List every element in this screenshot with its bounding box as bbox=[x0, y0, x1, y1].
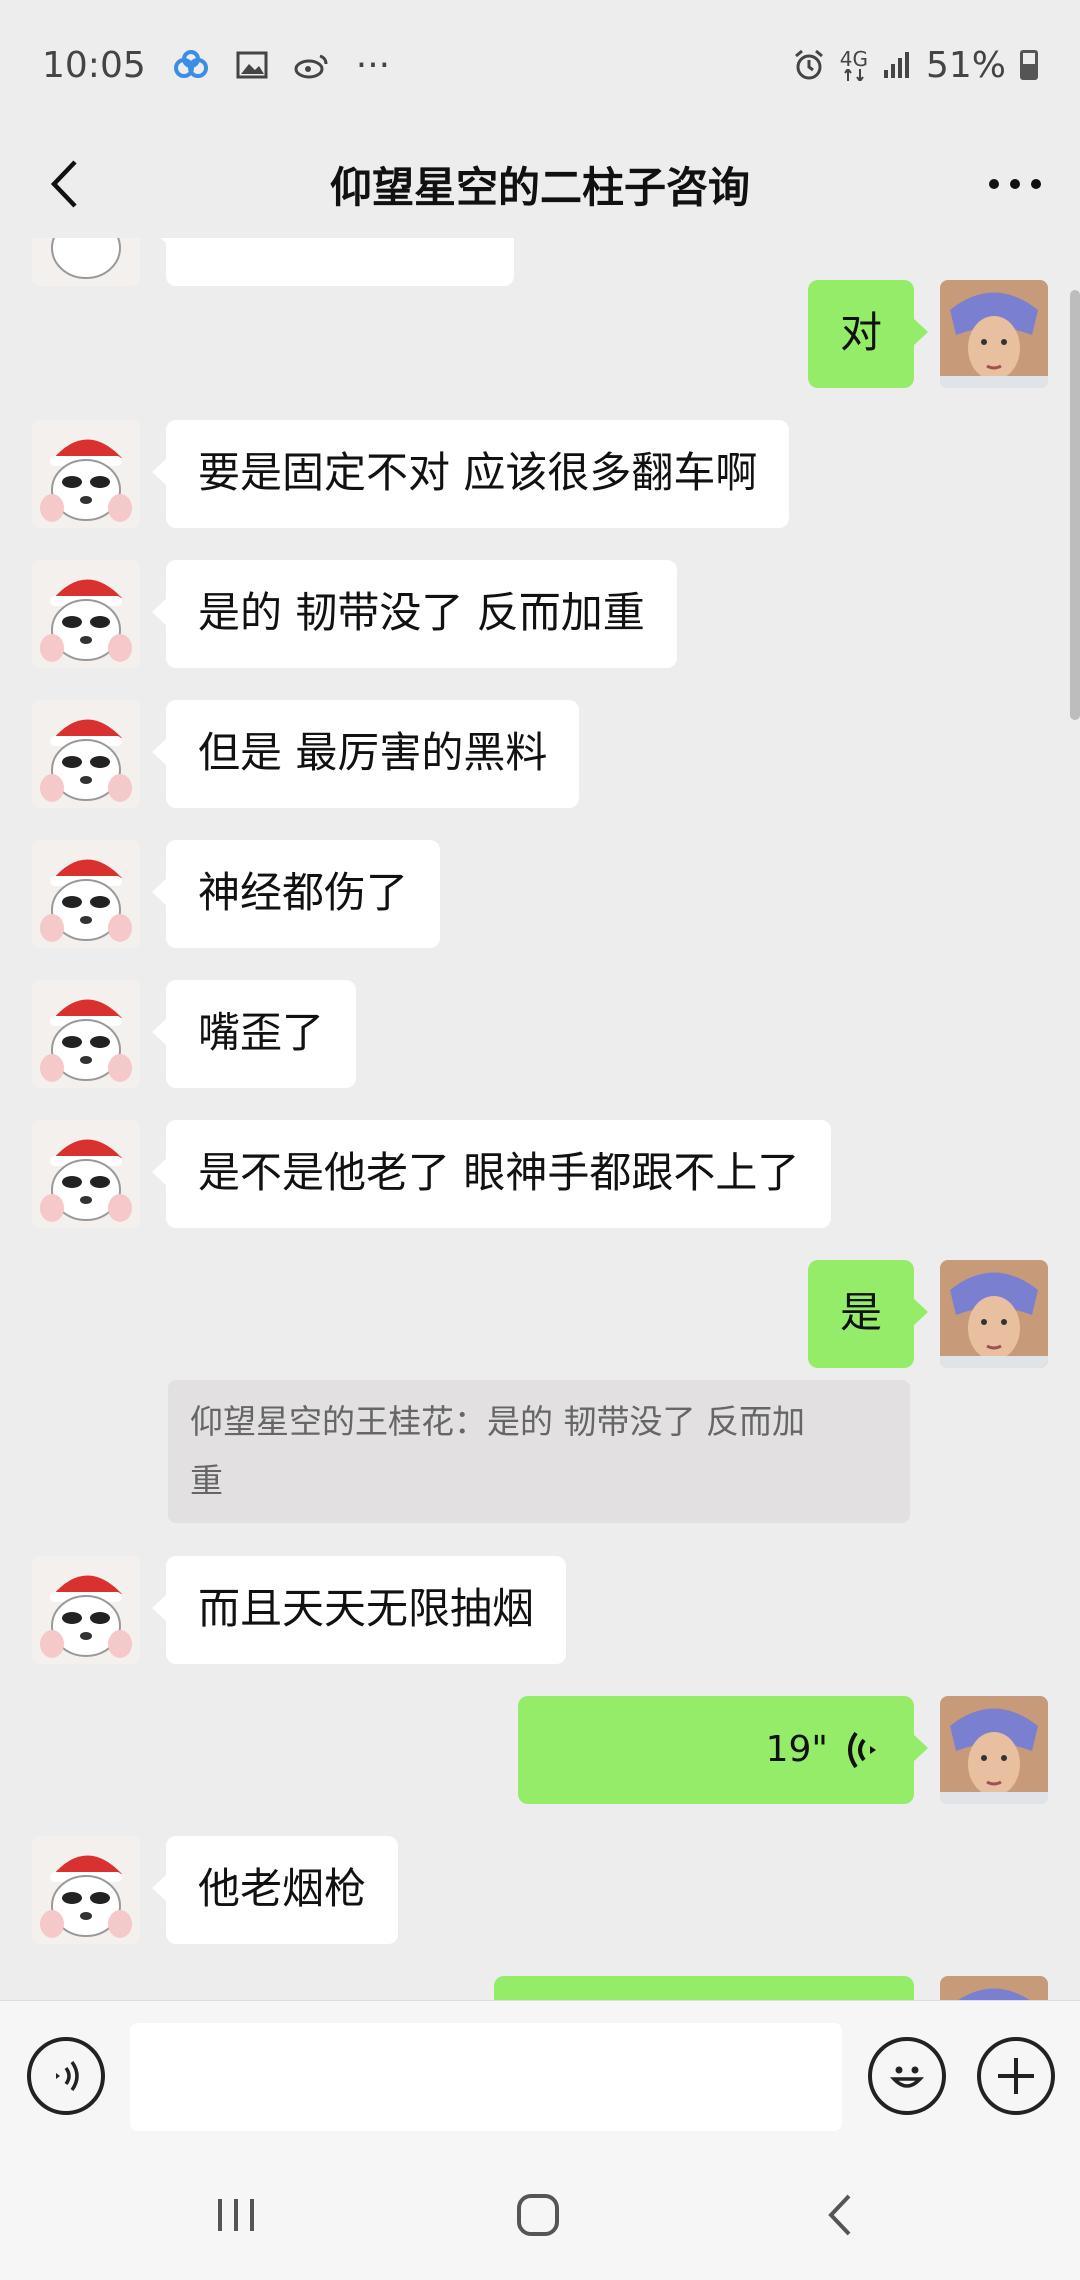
status-left: 10:05 ··· bbox=[42, 45, 390, 86]
message-bubble-incoming[interactable]: 要是固定不对 应该很多翻车啊 bbox=[151, 420, 790, 528]
husky-avatar[interactable] bbox=[32, 1120, 140, 1228]
message-row-partial bbox=[32, 238, 514, 286]
message-bubble-incoming[interactable]: 是不是他老了 眼神手都跟不上了 bbox=[151, 1120, 832, 1228]
user-avatar[interactable] bbox=[940, 1260, 1048, 1368]
message-bubble[interactable] bbox=[152, 238, 514, 286]
more-functions-button[interactable] bbox=[977, 2037, 1055, 2115]
message-row-incoming: 嘴歪了 bbox=[32, 980, 357, 1088]
voice-icon bbox=[56, 2060, 79, 2092]
status-bar: 10:05 ··· 4G 51% bbox=[0, 0, 1080, 130]
message-row-incoming: 而且天天无限抽烟 bbox=[32, 1556, 567, 1664]
signal-icon bbox=[882, 50, 912, 80]
message-bubble-incoming[interactable]: 嘴歪了 bbox=[151, 980, 357, 1088]
quoted-message[interactable]: 仰望星空的王桂花：是的 韧带没了 反而加 重 bbox=[168, 1380, 910, 1523]
husky-avatar[interactable] bbox=[32, 560, 140, 668]
message-row-outgoing: 对 bbox=[807, 280, 1048, 388]
message-row-incoming: 神经都伤了 bbox=[32, 840, 441, 948]
chat-title: 仰望星空的二柱子咨询 bbox=[329, 162, 750, 212]
system-back-button[interactable] bbox=[800, 2180, 880, 2250]
weibo-icon bbox=[294, 50, 330, 80]
recent-apps-icon bbox=[218, 2199, 254, 2231]
husky-avatar[interactable] bbox=[32, 700, 140, 808]
message-text: 对 bbox=[839, 308, 882, 357]
message-bubble-incoming[interactable]: 但是 最厉害的黑料 bbox=[151, 700, 580, 808]
alarm-icon bbox=[792, 48, 826, 82]
user-avatar[interactable] bbox=[940, 1976, 1048, 2000]
message-text: 是不是他老了 眼神手都跟不上了 bbox=[198, 1148, 800, 1197]
input-bar bbox=[0, 2000, 1080, 2156]
cloud-app-icon bbox=[172, 50, 210, 80]
message-list[interactable]: 对 要是固定不对 应该很多翻车啊 是的 韧带没了 反而加重 但是 最厉害的黑料 bbox=[0, 238, 1080, 2000]
back-arrow-icon bbox=[50, 160, 77, 208]
message-row-incoming: 但是 最厉害的黑料 bbox=[32, 700, 580, 808]
voice-wave-icon bbox=[848, 1731, 876, 1769]
message-text: 他老烟枪 bbox=[198, 1864, 367, 1913]
status-time: 10:05 bbox=[42, 44, 146, 86]
recent-apps-button[interactable] bbox=[196, 2180, 276, 2250]
husky-avatar[interactable] bbox=[32, 1556, 140, 1664]
message-text: 嘴歪了 bbox=[198, 1008, 325, 1057]
message-input[interactable] bbox=[130, 2023, 842, 2131]
emoji-button[interactable] bbox=[868, 2037, 946, 2115]
user-avatar[interactable] bbox=[940, 1696, 1048, 1804]
home-button[interactable] bbox=[498, 2180, 578, 2250]
message-row-outgoing: 19" bbox=[518, 1696, 1048, 1804]
husky-avatar[interactable] bbox=[32, 840, 140, 948]
ellipsis-icon bbox=[989, 179, 1041, 189]
message-text: 神经都伤了 bbox=[198, 868, 409, 917]
more-options-button[interactable] bbox=[980, 154, 1050, 214]
message-row-incoming: 他老烟枪 bbox=[32, 1836, 399, 1944]
plus-icon bbox=[998, 2058, 1034, 2094]
husky-avatar[interactable] bbox=[32, 420, 140, 528]
voice-message-bubble[interactable]: 19" bbox=[518, 1696, 928, 1804]
back-chevron-icon bbox=[828, 2194, 851, 2236]
quote-line-1: 仰望星空的王桂花：是的 韧带没了 反而加 bbox=[190, 1402, 805, 1441]
more-notifications-icon: ··· bbox=[355, 44, 391, 86]
message-text: 要是固定不对 应该很多翻车啊 bbox=[198, 448, 758, 497]
chat-header: 仰望星空的二柱子咨询 bbox=[0, 130, 1080, 238]
chat-screen: 10:05 ··· 4G 51% 仰望星空的二柱子咨询 对 要是固定不对 应该很… bbox=[0, 0, 1080, 2280]
voice-input-button[interactable] bbox=[27, 2037, 105, 2115]
user-avatar[interactable] bbox=[940, 280, 1048, 388]
message-bubble-outgoing[interactable]: 对 bbox=[807, 280, 929, 388]
message-bubble-incoming[interactable]: 是的 韧带没了 反而加重 bbox=[152, 560, 677, 668]
scrollbar[interactable] bbox=[1070, 290, 1080, 720]
message-row-incoming: 是的 韧带没了 反而加重 bbox=[32, 560, 677, 668]
battery-percent: 51% bbox=[925, 44, 1006, 86]
message-bubble-incoming[interactable]: 他老烟枪 bbox=[151, 1836, 399, 1944]
message-bubble-outgoing[interactable] bbox=[494, 1976, 914, 2000]
network-type: 4G bbox=[840, 49, 868, 81]
message-row-outgoing: 是 bbox=[807, 1260, 1048, 1368]
husky-avatar[interactable] bbox=[32, 238, 140, 286]
voice-duration: 19" bbox=[765, 1729, 828, 1771]
status-right: 4G 51% bbox=[792, 45, 1038, 86]
smiley-icon bbox=[889, 2066, 925, 2088]
battery-icon bbox=[1020, 50, 1038, 80]
gallery-icon bbox=[236, 50, 268, 80]
husky-avatar[interactable] bbox=[32, 980, 140, 1088]
message-text: 而且天天无限抽烟 bbox=[198, 1584, 535, 1633]
home-icon bbox=[517, 2194, 559, 2236]
message-text: 但是 最厉害的黑料 bbox=[198, 728, 548, 777]
message-bubble-incoming[interactable]: 而且天天无限抽烟 bbox=[151, 1556, 567, 1664]
message-bubble-outgoing[interactable]: 是 bbox=[807, 1260, 929, 1368]
system-navigation-bar bbox=[0, 2156, 1080, 2280]
message-text: 是的 韧带没了 反而加重 bbox=[198, 588, 645, 637]
message-bubble-incoming[interactable]: 神经都伤了 bbox=[151, 840, 441, 948]
message-row-incoming: 要是固定不对 应该很多翻车啊 bbox=[32, 420, 790, 528]
message-row-partial bbox=[494, 1976, 1048, 2000]
message-row-incoming: 是不是他老了 眼神手都跟不上了 bbox=[32, 1120, 832, 1228]
back-button[interactable] bbox=[34, 154, 94, 214]
husky-avatar[interactable] bbox=[32, 1836, 140, 1944]
message-text: 是 bbox=[839, 1288, 882, 1337]
quote-line-2: 重 bbox=[190, 1461, 223, 1501]
